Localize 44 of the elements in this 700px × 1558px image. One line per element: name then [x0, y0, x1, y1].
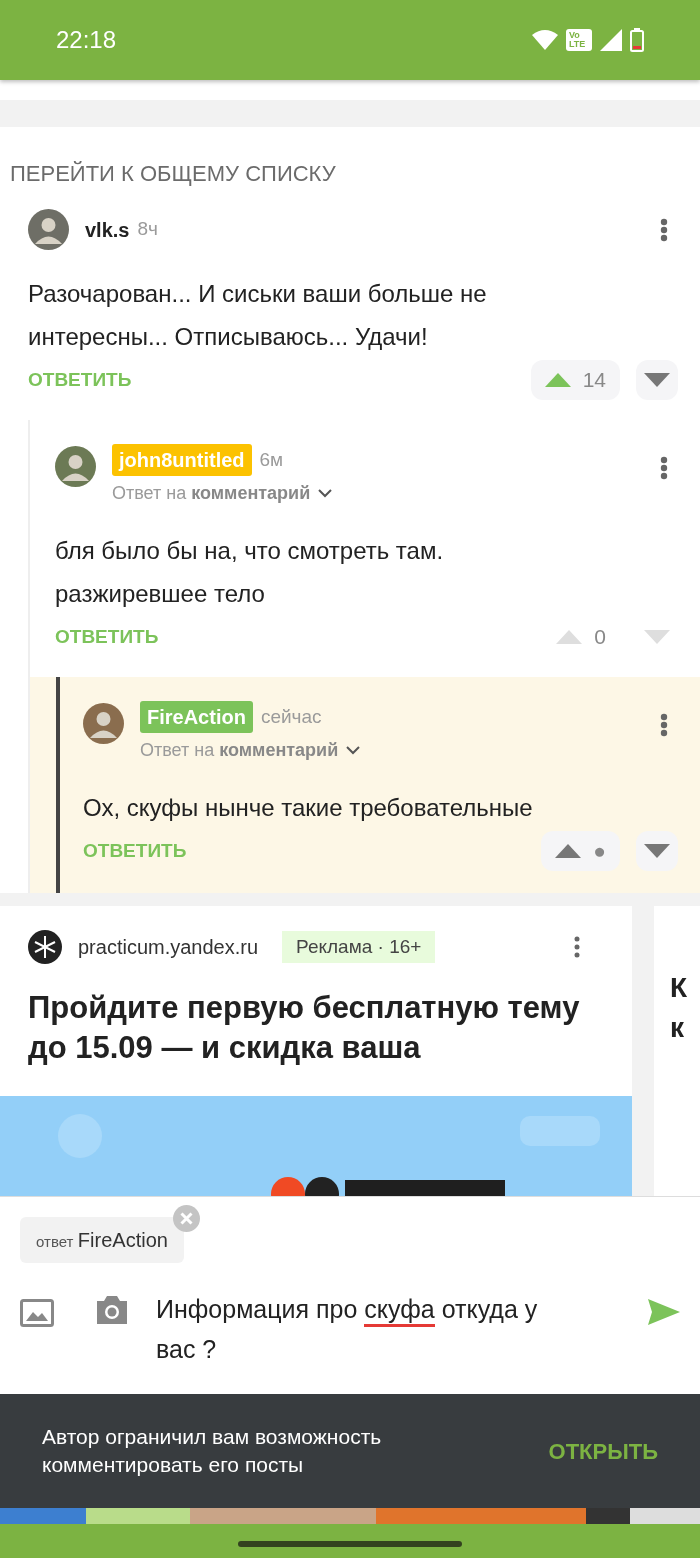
avatar[interactable]: [55, 446, 96, 487]
chip-label: ответ: [36, 1233, 74, 1250]
vote-score: 14: [582, 367, 606, 394]
home-handle[interactable]: [238, 1541, 462, 1547]
chevron-down-icon[interactable]: [346, 746, 361, 755]
signal-icon: [600, 29, 622, 51]
comment-time: сейчас: [260, 704, 322, 729]
comment-text: бля было бы на, что смотреть там. разжиревшее тело: [55, 536, 445, 609]
vote-score: 0: [594, 624, 606, 651]
asterisk-logo-icon: [28, 930, 62, 964]
clock: 22:18: [56, 25, 117, 55]
more-options-icon[interactable]: [660, 713, 668, 737]
ad-domain[interactable]: practicum.yandex.ru: [78, 932, 259, 962]
downvote-icon[interactable]: [644, 844, 670, 858]
comment-time: 8ч: [137, 217, 158, 242]
chip-username: FireAction: [77, 1229, 168, 1251]
author-name[interactable]: vlk.s: [85, 214, 130, 245]
battery-icon: [630, 28, 644, 52]
avatar[interactable]: [28, 209, 69, 250]
send-icon[interactable]: [648, 1299, 680, 1325]
open-button[interactable]: ОТКРЫТЬ: [548, 1434, 658, 1468]
chevron-down-icon[interactable]: [318, 489, 333, 498]
comment-time: 6м: [259, 447, 284, 472]
comment-input-field[interactable]: Информация про скуфа откуда у вас ?: [156, 1289, 561, 1369]
wifi-icon: [532, 30, 558, 50]
comment-text: Разочарован... И сиськи ваши больше не интересны... Отписываюсь... Удачи!: [28, 279, 488, 352]
network-badge: Vo LTE: [566, 29, 592, 51]
vote-score: ●: [593, 838, 606, 865]
downvote-icon[interactable]: [644, 373, 670, 387]
more-options-icon[interactable]: [660, 217, 668, 242]
image-icon[interactable]: [20, 1299, 54, 1327]
ad-label: Реклама · 16+: [282, 930, 436, 964]
more-options-icon[interactable]: [660, 456, 668, 480]
more-options-icon[interactable]: [574, 936, 580, 958]
comment-text: Ох, скуфы нынче такие требовательные: [83, 793, 534, 823]
camera-icon[interactable]: [94, 1295, 130, 1325]
snackbar-message: Автор ограничил вам возможность комментировать его посты: [42, 1424, 383, 1478]
upvote-icon[interactable]: [555, 844, 582, 858]
ad-title[interactable]: Пройдите первую бесплатную тему до 15.09 — и скидка ваша: [0, 988, 632, 1068]
ad-title[interactable]: К к: [670, 968, 692, 1048]
back-to-list-link[interactable]: ПЕРЕЙТИ К ОБЩЕМУ СПИСКУ: [0, 127, 700, 209]
reply-to-link[interactable]: Ответ на комментарий: [112, 480, 311, 507]
avatar[interactable]: [83, 703, 124, 744]
reply-to-link[interactable]: Ответ на комментарий: [140, 737, 339, 764]
